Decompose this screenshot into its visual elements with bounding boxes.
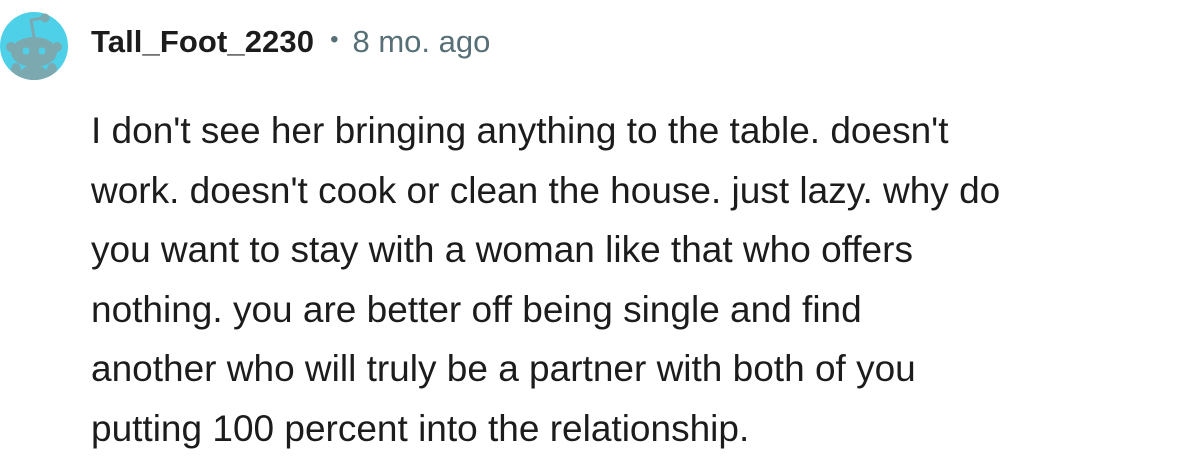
comment: Tall_Foot_2230 • 8 mo. ago I don't see h… — [0, 0, 1178, 461]
reddit-snoo-avatar-icon — [0, 12, 68, 80]
comment-body-line: another who will truly be a partner with… — [91, 348, 916, 389]
meta-separator: • — [330, 26, 339, 53]
comment-meta: Tall_Foot_2230 • 8 mo. ago — [91, 22, 490, 62]
comment-body-line: you want to stay with a woman like that … — [91, 229, 913, 270]
comment-body: I don't see her bringing anything to the… — [91, 101, 1176, 458]
comment-header: Tall_Foot_2230 • 8 mo. ago — [0, 2, 1178, 80]
comment-body-line: nothing. you are better off being single… — [91, 288, 862, 330]
comment-body-line: putting 100 percent into the relationshi… — [91, 407, 750, 449]
username-link[interactable]: Tall_Foot_2230 — [91, 24, 314, 60]
comment-body-line: work. doesn't cook or clean the house. j… — [91, 169, 1001, 211]
comment-timestamp[interactable]: 8 mo. ago — [352, 24, 490, 60]
comment-body-line: I don't see her bringing anything to the… — [91, 110, 949, 151]
user-avatar[interactable] — [0, 6, 68, 80]
